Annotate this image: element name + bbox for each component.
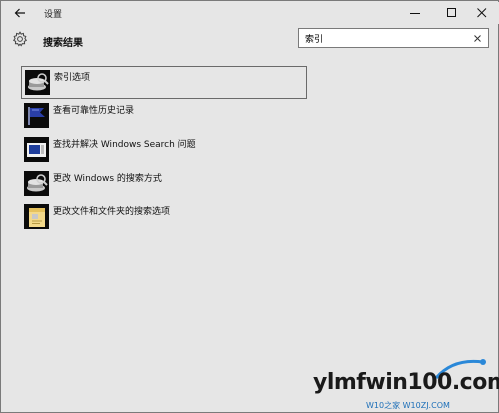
settings-window: 设置 搜索结果 索引 索引选项 查看可靠性历史记录 查找并解决 Windows … xyxy=(0,0,499,413)
result-label: 更改 Windows 的搜索方式 xyxy=(53,174,162,184)
folder-options-icon xyxy=(24,204,49,229)
search-box[interactable] xyxy=(298,28,489,48)
maximize-icon xyxy=(447,8,456,17)
result-label: 查看可靠性历史记录 xyxy=(53,106,135,116)
result-item-troubleshoot-search[interactable]: 查找并解决 Windows Search 问题 xyxy=(21,134,307,167)
result-item-indexing-options[interactable]: 索引选项 xyxy=(21,66,307,99)
back-button[interactable] xyxy=(10,5,30,21)
page-title: 搜索结果 xyxy=(43,38,83,49)
troubleshoot-icon xyxy=(24,137,49,162)
search-clear-button[interactable] xyxy=(471,32,483,44)
maximize-button[interactable] xyxy=(438,3,466,23)
result-item-folder-search-options[interactable]: 更改文件和文件夹的搜索选项 xyxy=(21,201,307,234)
close-button[interactable] xyxy=(468,3,496,23)
indexing-icon xyxy=(25,70,50,95)
watermark-text: ylmfwin100.com xyxy=(313,370,499,395)
result-label: 索引选项 xyxy=(54,73,91,83)
close-icon xyxy=(477,8,487,18)
watermark-subtext: W10之家 W10ZJ.COM xyxy=(366,401,450,410)
indexing-icon xyxy=(24,171,49,196)
back-arrow-icon xyxy=(14,8,25,18)
result-item-change-search-method[interactable]: 更改 Windows 的搜索方式 xyxy=(21,168,307,201)
flag-icon xyxy=(24,103,49,128)
window-title: 设置 xyxy=(44,10,63,20)
gear-icon xyxy=(12,31,28,47)
title-bar: 设置 xyxy=(2,2,499,24)
result-item-reliability-history[interactable]: 查看可靠性历史记录 xyxy=(21,100,307,133)
close-icon xyxy=(473,34,481,42)
minimize-button[interactable] xyxy=(401,3,429,23)
search-input[interactable] xyxy=(305,31,465,45)
result-label: 查找并解决 Windows Search 问题 xyxy=(53,140,196,150)
result-label: 更改文件和文件夹的搜索选项 xyxy=(53,207,171,217)
minimize-icon xyxy=(410,13,420,14)
